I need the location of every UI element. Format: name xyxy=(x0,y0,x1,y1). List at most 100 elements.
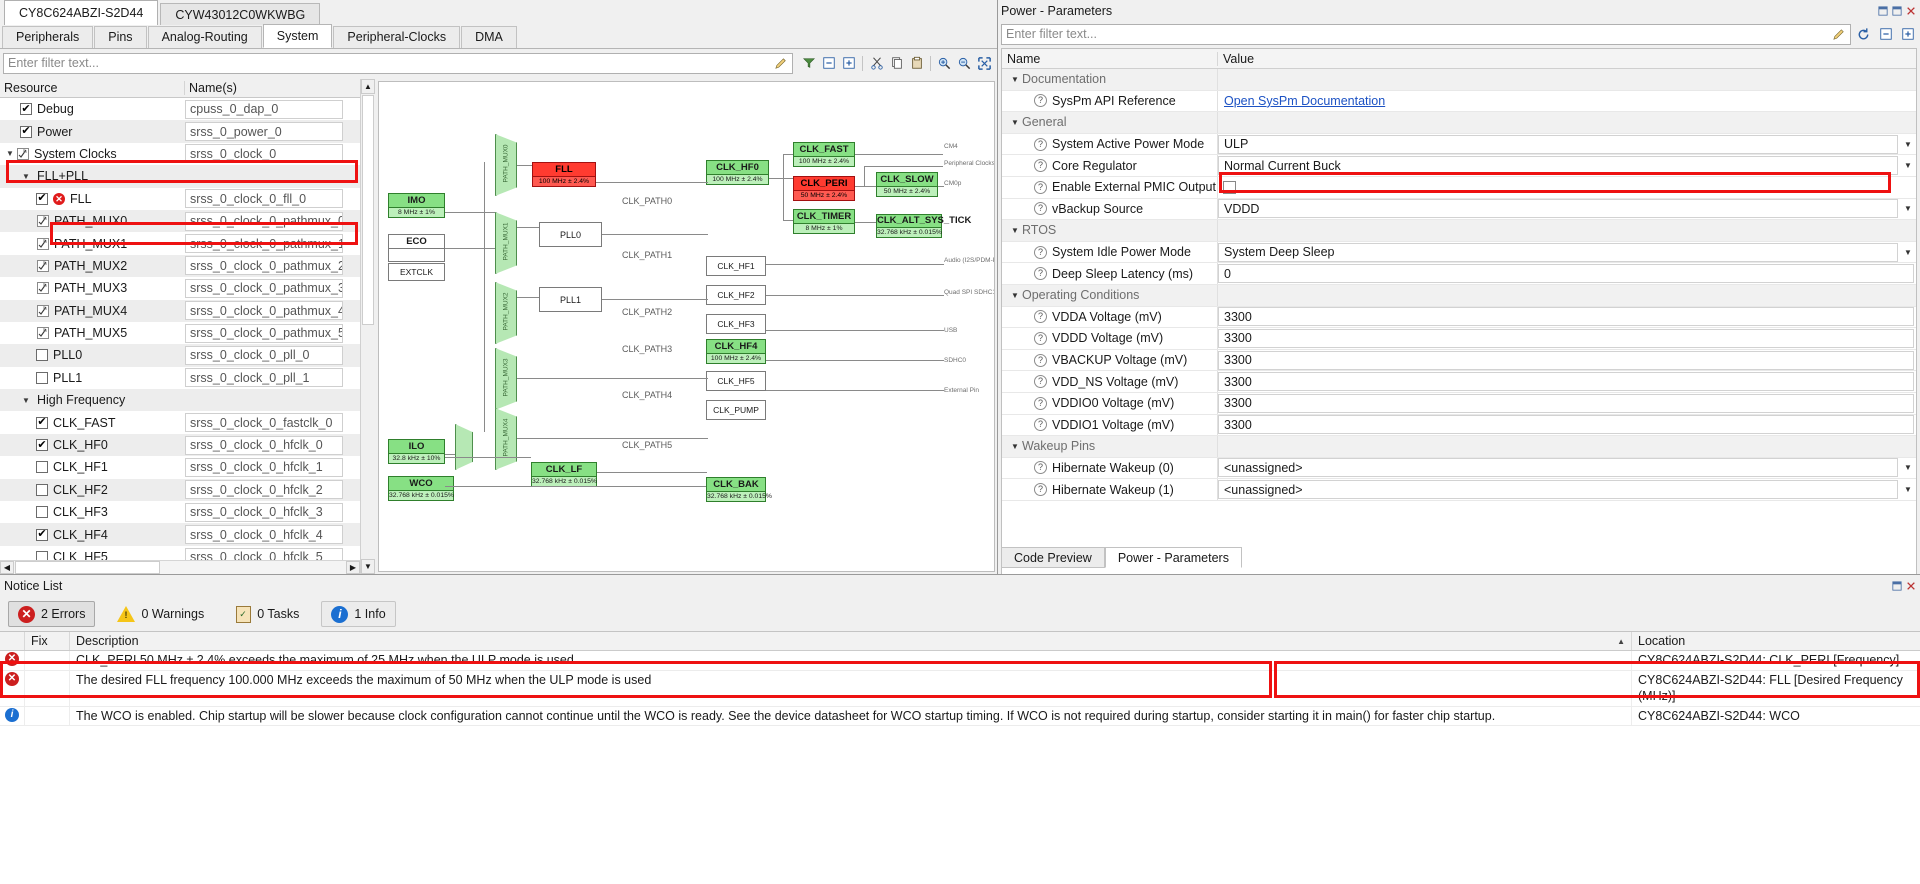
resource-name-field[interactable]: srss_0_clock_0_hfclk_1 xyxy=(185,457,343,477)
hscroll-track[interactable] xyxy=(14,561,346,574)
help-icon[interactable]: ? xyxy=(1034,137,1047,151)
parameter-value-cell[interactable]: 3300 xyxy=(1218,371,1916,392)
checkbox-icon[interactable] xyxy=(36,483,48,496)
notice-row[interactable]: ✕ The desired FLL frequency 100.000 MHz e… xyxy=(0,670,1920,707)
tree-row[interactable]: CLK_HF0 srss_0_clock_0_hfclk_0 xyxy=(0,433,360,457)
collapse-all-icon[interactable] xyxy=(819,54,838,73)
diagram-block-pll1[interactable]: PLL1 xyxy=(539,287,602,312)
notice-fix-cell[interactable] xyxy=(25,706,70,725)
parameter-row[interactable]: ? System Idle Power Mode System Deep Sleep… xyxy=(1002,241,1916,264)
parameter-value-field[interactable]: 0 xyxy=(1218,264,1914,284)
parameter-value-field[interactable]: VDDD xyxy=(1218,199,1898,219)
help-icon[interactable]: ? xyxy=(1034,461,1047,475)
maximize-icon[interactable] xyxy=(1891,5,1902,16)
parameter-value-cell[interactable]: 3300 xyxy=(1218,328,1916,349)
resource-name-field[interactable]: srss_0_clock_0_fastclk_0 xyxy=(185,413,343,433)
help-icon[interactable]: ? xyxy=(1034,245,1047,259)
tree-row[interactable]: PATH_MUX3 srss_0_clock_0_pathmux_3 xyxy=(0,277,360,299)
parameters-row-container[interactable]: ▼ Documentation? SysPm API Reference Open S… xyxy=(1002,69,1916,501)
resource-name-field[interactable]: srss_0_clock_0_pathmux_1 xyxy=(185,234,343,254)
tree-vscrollbar[interactable]: ▲ ▼ xyxy=(360,79,375,574)
documentation-link[interactable]: Open SysPm Documentation xyxy=(1224,94,1385,108)
diagram-block-imo[interactable]: IMO 8 MHz ± 1% xyxy=(388,193,445,218)
parameter-value-field[interactable]: 3300 xyxy=(1218,307,1914,327)
tree-row[interactable]: CLK_HF2 srss_0_clock_0_hfclk_2 xyxy=(0,478,360,502)
tree-row[interactable]: PLL1 srss_0_clock_0_pll_1 xyxy=(0,367,360,389)
checkbox-checked-icon[interactable] xyxy=(36,439,48,452)
tab-power-parameters[interactable]: Power - Parameters xyxy=(1104,547,1242,568)
parameter-value-cell[interactable]: 3300 xyxy=(1218,350,1916,371)
parameter-group-row[interactable]: ▼ Wakeup Pins xyxy=(1002,436,1916,458)
parameters-filter-input[interactable]: Enter filter text... xyxy=(1001,23,1851,45)
notice-minimize-icon[interactable] xyxy=(1891,581,1902,592)
chevron-down-icon[interactable]: ▼ xyxy=(1008,75,1022,84)
chevron-down-icon[interactable]: ▼ xyxy=(20,172,32,181)
parameter-value-cell[interactable]: 0 xyxy=(1218,263,1916,284)
resource-name-field[interactable]: srss_0_clock_0_pathmux_3 xyxy=(185,278,343,298)
zoom-out-icon[interactable] xyxy=(955,54,974,73)
parameter-group-row[interactable]: ▼ RTOS xyxy=(1002,220,1916,242)
diagram-block-clk-hf4[interactable]: CLK_HF4 100 MHz ± 2.4% xyxy=(706,339,766,364)
resource-name-field[interactable]: srss_0_clock_0_pll_1 xyxy=(185,368,343,388)
tab-peripherals[interactable]: Peripherals xyxy=(2,26,94,48)
help-icon[interactable]: ? xyxy=(1034,331,1047,345)
tab-code-preview[interactable]: Code Preview xyxy=(1001,547,1105,568)
checkbox-icon[interactable] xyxy=(36,506,48,519)
help-icon[interactable]: ? xyxy=(1034,310,1047,324)
tree-row[interactable]: ▼ FLL+PLL xyxy=(0,165,360,188)
notice-fix-cell[interactable] xyxy=(25,651,70,670)
close-icon[interactable] xyxy=(1905,5,1916,16)
diagram-block-wco[interactable]: WCO 32.768 kHz ± 0.015% xyxy=(388,476,454,501)
parameter-value-cell[interactable]: 3300 xyxy=(1218,415,1916,436)
help-icon[interactable]: ? xyxy=(1034,180,1047,194)
cut-icon[interactable] xyxy=(867,54,886,73)
parameter-value-field[interactable]: 3300 xyxy=(1218,415,1914,435)
chevron-down-icon[interactable]: ▼ xyxy=(1008,442,1022,451)
tree-hscrollbar[interactable]: ◀ ▶ xyxy=(0,560,360,574)
parameter-value-cell[interactable]: Normal Current Buck ▼ xyxy=(1218,155,1916,176)
checkbox-icon[interactable] xyxy=(1223,180,1236,194)
paste-icon[interactable] xyxy=(907,54,926,73)
tree-row[interactable]: CLK_HF3 srss_0_clock_0_hfclk_3 xyxy=(0,501,360,523)
chevron-down-icon[interactable]: ▼ xyxy=(1900,480,1916,499)
tree-row[interactable]: PATH_MUX1 srss_0_clock_0_pathmux_1 xyxy=(0,232,360,254)
chevron-down-icon[interactable]: ▼ xyxy=(1900,199,1916,218)
resource-name-field[interactable]: srss_0_clock_0_pathmux_5 xyxy=(185,323,343,343)
resource-name-field[interactable]: srss_0_clock_0_fll_0 xyxy=(185,189,343,209)
tree-row[interactable]: PATH_MUX0 srss_0_clock_0_pathmux_0 xyxy=(0,209,360,233)
resource-name-field[interactable]: srss_0_clock_0_pathmux_2 xyxy=(185,256,343,276)
diagram-block-eco[interactable]: ECO xyxy=(388,234,445,262)
parameter-row[interactable]: ? Deep Sleep Latency (ms) 0 xyxy=(1002,263,1916,285)
help-icon[interactable]: ? xyxy=(1034,418,1047,432)
parameter-row[interactable]: ? Enable External PMIC Output xyxy=(1002,176,1916,199)
diagram-block-clk-pump[interactable]: CLK_PUMP xyxy=(706,400,766,420)
parameter-value-field[interactable]: 3300 xyxy=(1218,350,1914,370)
parameter-row[interactable]: ? System Active Power Mode ULP ▼ xyxy=(1002,133,1916,156)
parameter-value-field[interactable]: <unassigned> xyxy=(1218,480,1898,500)
checkbox-icon[interactable] xyxy=(36,551,48,560)
diagram-block-clk-hf5[interactable]: CLK_HF5 xyxy=(706,371,766,391)
notice-fix-cell[interactable] xyxy=(25,670,70,706)
tree-row[interactable]: Debug cpuss_0_dap_0 xyxy=(0,98,360,120)
copy-icon[interactable] xyxy=(887,54,906,73)
parameter-value-cell[interactable]: 3300 xyxy=(1218,393,1916,414)
diagram-block-clk-hf3[interactable]: CLK_HF3 xyxy=(706,314,766,334)
tab-system[interactable]: System xyxy=(262,24,333,48)
parameter-row[interactable]: ? VDDA Voltage (mV) 3300 xyxy=(1002,306,1916,329)
notice-close-icon[interactable] xyxy=(1905,581,1916,592)
checkbox-checked-icon[interactable] xyxy=(20,103,32,116)
parameter-group-row[interactable]: ▼ General xyxy=(1002,112,1916,134)
help-icon[interactable]: ? xyxy=(1034,353,1047,367)
notice-col-description[interactable]: Description ▲ xyxy=(70,632,1632,650)
resource-name-field[interactable]: srss_0_clock_0_hfclk_0 xyxy=(185,435,343,455)
resource-name-field[interactable]: srss_0_power_0 xyxy=(185,122,343,142)
parameter-value-cell[interactable] xyxy=(1218,177,1916,198)
filter-funnel-icon[interactable] xyxy=(799,54,818,73)
tab-analog-routing[interactable]: Analog-Routing xyxy=(147,26,262,48)
tree-row[interactable]: PLL0 srss_0_clock_0_pll_0 xyxy=(0,344,360,367)
tab-dma[interactable]: DMA xyxy=(461,26,517,48)
vscroll-up-icon[interactable]: ▲ xyxy=(361,79,375,94)
help-icon[interactable]: ? xyxy=(1034,202,1047,216)
parameter-value-field[interactable]: ULP xyxy=(1218,134,1898,154)
tasks-filter-button[interactable]: 0 Tasks xyxy=(226,601,309,627)
